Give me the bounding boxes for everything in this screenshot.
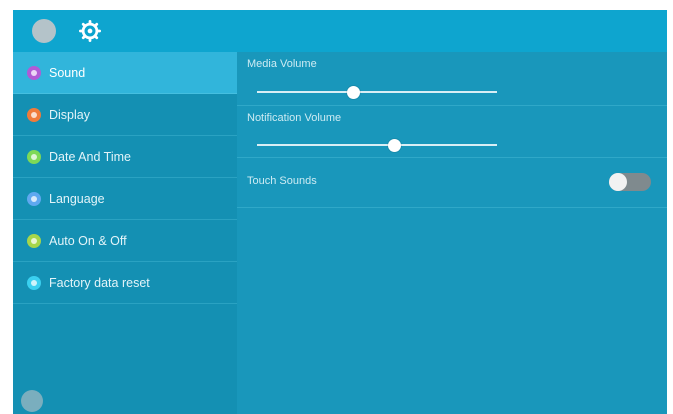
touch-sounds-label: Touch Sounds [247,175,317,187]
sidebar-item-label: Sound [49,65,86,80]
settings-icon[interactable] [21,390,43,412]
slider-thumb[interactable] [387,139,401,152]
slider-track [257,144,497,146]
display-icon [27,107,41,122]
home-icon[interactable] [32,19,56,43]
power-schedule-icon [27,233,41,248]
sound-icon [27,65,41,80]
sidebar-item-label: Date And Time [49,149,131,164]
clock-icon [27,149,41,164]
sidebar-item-language[interactable]: Language [13,178,237,220]
slider-track [257,91,497,93]
sidebar-item-date-and-time[interactable]: Date And Time [13,136,237,178]
sidebar-item-label: Language [49,191,105,206]
touch-sounds-row[interactable]: Touch Sounds [237,158,667,208]
sidebar-item-label: Auto On & Off [49,233,127,248]
notification-volume-row: Notification Volume [237,106,667,158]
top-bar [13,10,667,52]
notification-volume-slider[interactable] [257,139,497,152]
sidebar-item-display[interactable]: Display [13,94,237,136]
sidebar-item-label: Factory data reset [49,275,150,290]
slider-thumb[interactable] [347,86,360,99]
settings-gear-icon[interactable] [79,20,101,42]
touch-sounds-toggle[interactable] [609,173,651,191]
settings-sidebar: Sound Display Date And Time Language Aut… [13,52,237,414]
sidebar-item-label: Display [49,107,90,122]
reset-icon [27,275,41,290]
notification-volume-label: Notification Volume [247,112,342,124]
toggle-knob [609,173,627,191]
settings-screen: Sound Display Date And Time Language Aut… [13,10,667,414]
media-volume-slider[interactable] [257,86,497,99]
media-volume-label: Media Volume [247,58,317,70]
language-icon [27,191,41,206]
sound-settings-panel: Media Volume Notification Volume Touch S… [237,52,667,414]
media-volume-row: Media Volume [237,52,667,106]
sidebar-item-factory-reset[interactable]: Factory data reset [13,262,237,304]
sidebar-item-auto-on-off[interactable]: Auto On & Off [13,220,237,262]
sidebar-item-sound[interactable]: Sound [13,52,237,94]
